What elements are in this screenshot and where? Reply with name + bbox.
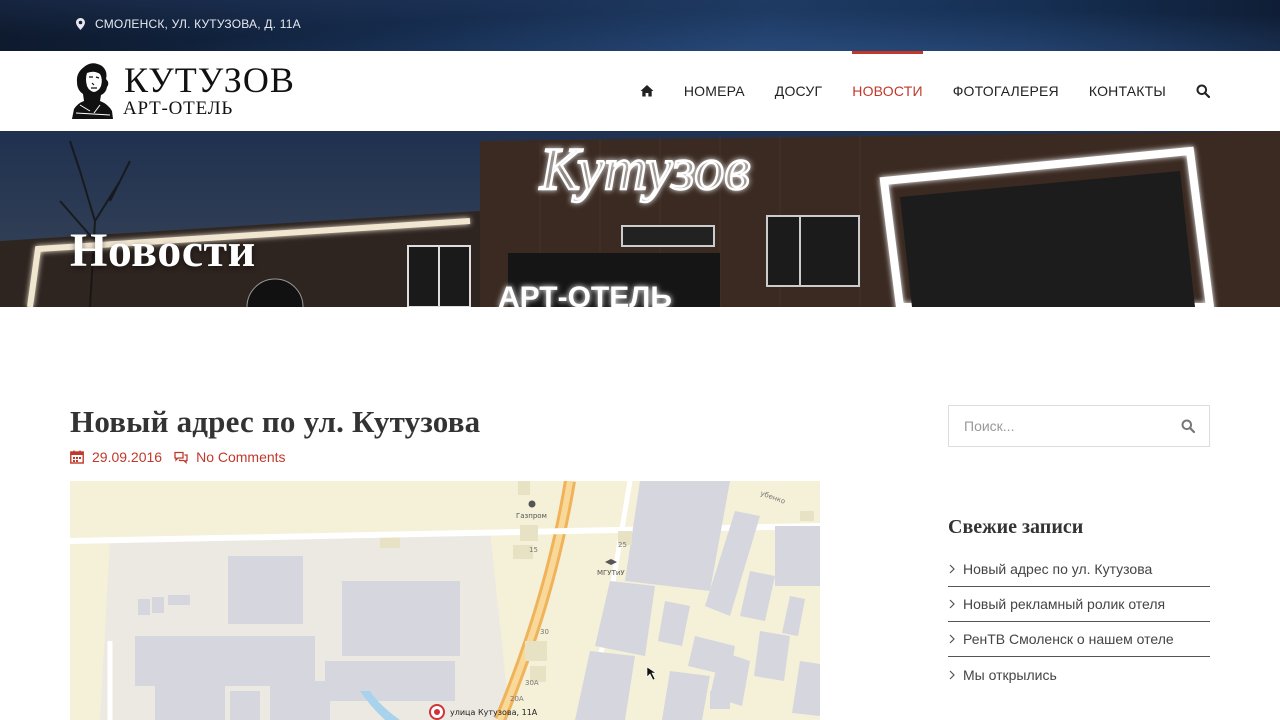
post-comments[interactable]: No Comments — [174, 449, 286, 465]
nav-news[interactable]: НОВОСТИ — [852, 51, 924, 131]
post-date[interactable]: 29.09.2016 — [70, 449, 162, 465]
nav-leisure[interactable]: ДОСУГ — [775, 51, 823, 131]
map-label-15: 15 — [529, 546, 538, 554]
comments-icon — [174, 451, 188, 464]
location-marker-icon[interactable] — [429, 704, 445, 720]
nav-rooms[interactable]: НОМЕРА — [684, 51, 745, 131]
recent-posts-list: Новый адрес по ул. Кутузова Новый реклам… — [948, 552, 1210, 692]
map-label-25: 25 — [618, 541, 627, 549]
page-title: Новости — [70, 224, 256, 277]
header: КУТУЗОВ АРТ-ОТЕЛЬ НОМЕРА ДОСУГ НОВОСТИ Ф… — [0, 51, 1280, 131]
logo-subtitle: АРТ-ОТЕЛЬ — [123, 98, 234, 119]
post-title[interactable]: Новый адрес по ул. Кутузова — [70, 404, 480, 440]
search-input[interactable] — [949, 406, 1169, 446]
recent-posts-title: Свежие записи — [948, 516, 1084, 538]
chevron-right-icon — [949, 564, 955, 574]
recent-post-label: Мы открылись — [963, 666, 1057, 683]
post-meta: 29.09.2016 No Comments — [70, 449, 298, 465]
logo-title: КУТУЗОВ — [124, 60, 295, 100]
recent-post-link[interactable]: Новый адрес по ул. Кутузова — [948, 552, 1210, 587]
nav-contacts[interactable]: КОНТАКТЫ — [1089, 51, 1166, 131]
main-nav: НОМЕРА ДОСУГ НОВОСТИ ФОТОГАЛЕРЕЯ КОНТАКТ… — [610, 51, 1210, 131]
chevron-right-icon — [949, 634, 955, 644]
recent-post-link[interactable]: Новый рекламный ролик отеля — [948, 587, 1210, 622]
fuel-icon — [528, 500, 536, 508]
location-map[interactable]: Газпром 15 25 МГУТиУ 30 30А 20А убенко у… — [70, 481, 820, 720]
nav-search[interactable] — [1196, 51, 1210, 131]
hotel-facade-image: АРТ-ОТЕЛЬ Кутузов — [0, 131, 1280, 307]
chevron-right-icon — [949, 599, 955, 609]
recent-post-link[interactable]: Мы открылись — [948, 657, 1210, 692]
recent-post-label: Новый адрес по ул. Кутузова — [963, 561, 1153, 577]
search-icon[interactable] — [1181, 419, 1195, 433]
map-label-20a: 20А — [510, 695, 524, 703]
sign-art-hotel: АРТ-ОТЕЛЬ — [498, 281, 672, 307]
map-label-gazprom: Газпром — [516, 512, 547, 520]
nav-gallery[interactable]: ФОТОГАЛЕРЕЯ — [953, 51, 1059, 131]
recent-post-link[interactable]: РенТВ Смоленск о нашем отеле — [948, 622, 1210, 657]
map-label-address: улица Кутузова, 11А — [450, 708, 538, 717]
sidebar-search — [948, 405, 1210, 447]
map-label-30: 30 — [540, 628, 549, 636]
top-bar: СМОЛЕНСК, УЛ. КУТУЗОВА, Д. 11А — [0, 0, 1280, 51]
search-icon — [1196, 84, 1210, 98]
calendar-icon — [70, 450, 84, 464]
nav-home[interactable] — [640, 51, 654, 131]
address: СМОЛЕНСК, УЛ. КУТУЗОВА, Д. 11А — [76, 17, 301, 31]
page-banner: АРТ-ОТЕЛЬ Кутузов Новости — [0, 131, 1280, 307]
kutuzov-portrait-logo — [72, 63, 113, 119]
map-label-mgutu: МГУТиУ — [597, 569, 625, 577]
recent-post-label: Новый рекламный ролик отеля — [963, 596, 1166, 612]
map-label-30a: 30А — [525, 679, 539, 687]
recent-post-label: РенТВ Смоленск о нашем отеле — [963, 631, 1174, 647]
post-date-text: 29.09.2016 — [92, 449, 163, 465]
home-icon — [640, 85, 654, 97]
map-pin-icon — [76, 18, 85, 30]
logo[interactable]: КУТУЗОВ АРТ-ОТЕЛЬ — [70, 59, 300, 121]
sign-kutuzov-script: Кутузов — [539, 136, 750, 202]
post-comments-text: No Comments — [196, 449, 286, 465]
address-text: СМОЛЕНСК, УЛ. КУТУЗОВА, Д. 11А — [95, 17, 301, 31]
chevron-right-icon — [949, 670, 955, 679]
